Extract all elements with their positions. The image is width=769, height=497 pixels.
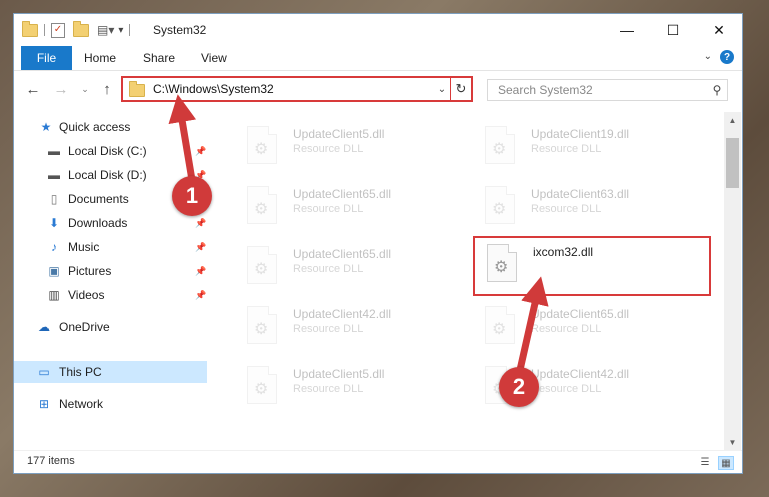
- step-2-badge: 2: [499, 367, 539, 407]
- arrow-to-address-bar: [168, 94, 197, 181]
- step-1-badge: 1: [172, 176, 212, 216]
- arrow-to-ixcom32: [516, 276, 549, 371]
- annotation-arrows: [168, 94, 549, 371]
